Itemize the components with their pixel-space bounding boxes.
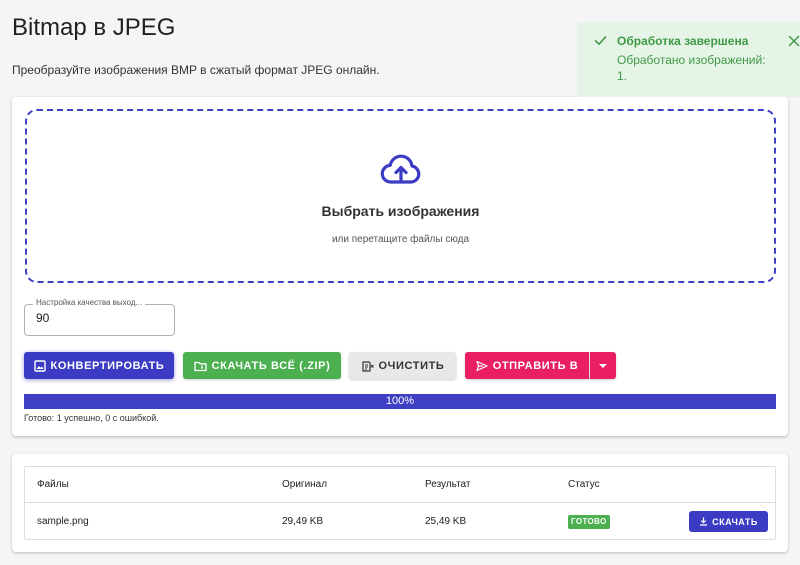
clear-button[interactable]: ОЧИСТИТЬ [349,352,456,379]
clear-list-icon [361,360,374,372]
dropzone-subtitle: или перетащите файлы сюда [331,234,470,245]
quality-field: Настройка качества выход... [24,298,175,336]
clear-button-label: ОЧИСТИТЬ [378,359,445,372]
converter-card: Выбрать изображения или перетащите файлы… [12,97,788,436]
page-title: Bitmap в JPEG [12,14,176,41]
quality-label: Настройка качества выход... [33,298,146,307]
image-icon [33,359,46,372]
original-size: 29,49 KB [282,516,324,527]
close-icon[interactable] [788,35,800,47]
convert-button-label: КОНВЕРТИРОВАТЬ [50,359,165,372]
quality-input[interactable] [36,311,156,325]
send-to-dropdown-button[interactable] [590,352,616,379]
progress-label: 100% [385,395,415,407]
cloud-upload-icon [380,154,421,184]
progress-status: Готово: 1 успешно, 0 с ошибкой. [24,413,159,423]
toast-title: Обработка завершена [617,34,749,48]
download-file-label: СКАЧАТЬ [712,516,758,527]
send-icon [476,360,488,371]
table-header: Файлы Оригинал Результат Статус [25,467,775,503]
download-zip-label: СКАЧАТЬ ВСЁ (.ZIP) [211,359,331,372]
check-icon [594,36,607,45]
download-file-button[interactable]: СКАЧАТЬ [689,511,768,532]
toast-message: Обработано изображений: 1. [617,53,766,83]
file-dropzone[interactable]: Выбрать изображения или перетащите файлы… [25,109,776,283]
success-toast: Обработка завершена Обработано изображен… [577,22,800,97]
progress-bar: 100% [24,394,776,409]
file-name: sample.png [37,516,89,527]
header-original: Оригинал [282,479,328,490]
folder-zip-icon [193,361,207,371]
header-status: Статус [568,479,600,490]
results-table: Файлы Оригинал Результат Статус sample.p… [24,466,776,540]
header-files: Файлы [37,479,69,490]
caret-down-icon [599,363,607,368]
download-zip-button[interactable]: СКАЧАТЬ ВСЁ (.ZIP) [183,352,341,379]
download-icon [700,517,708,526]
status-badge: ГОТОВО [568,515,610,529]
send-to-button[interactable]: ОТПРАВИТЬ В [465,352,589,379]
header-result: Результат [425,479,471,490]
convert-button[interactable]: КОНВЕРТИРОВАТЬ [24,352,174,379]
result-size: 25,49 KB [425,516,467,527]
send-to-label: ОТПРАВИТЬ В [492,359,579,372]
page-subtitle: Преобразуйте изображения BMP в сжатый фо… [12,63,380,77]
results-card: Файлы Оригинал Результат Статус sample.p… [12,454,788,552]
dropzone-title: Выбрать изображения [321,203,480,219]
table-row: sample.png 29,49 KB 25,49 KB ГОТОВО СКАЧ… [25,504,775,540]
